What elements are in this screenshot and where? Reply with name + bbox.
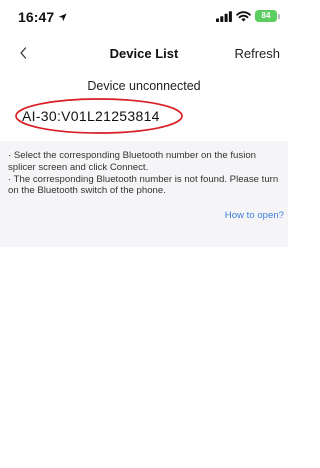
instructions-panel: · Select the corresponding Bluetooth num… bbox=[0, 141, 288, 247]
status-time: 16:47 bbox=[18, 9, 67, 25]
status-icons: 84 bbox=[216, 10, 280, 22]
instruction-line: · The corresponding Bluetooth number is … bbox=[8, 173, 279, 197]
status-bar: 16:47 84 bbox=[0, 0, 288, 34]
location-arrow-icon bbox=[59, 12, 67, 21]
back-button[interactable] bbox=[16, 44, 32, 62]
battery-level: 84 bbox=[255, 10, 277, 22]
refresh-button[interactable]: Refresh bbox=[234, 46, 280, 61]
device-name: AI-30:V01L21253814 bbox=[22, 108, 160, 124]
wifi-icon bbox=[236, 10, 251, 22]
chevron-left-icon bbox=[20, 47, 27, 59]
navigation-bar: Device List Refresh bbox=[0, 40, 288, 68]
clock-time: 16:47 bbox=[18, 9, 55, 25]
cellular-signal-icon bbox=[216, 10, 232, 22]
instructions-text: · Select the corresponding Bluetooth num… bbox=[8, 150, 284, 197]
device-list-item[interactable]: AI-30:V01L21253814 bbox=[14, 97, 184, 135]
instruction-line: · Select the corresponding Bluetooth num… bbox=[8, 150, 256, 173]
how-to-open-link[interactable]: How to open? bbox=[225, 210, 284, 221]
battery-tip bbox=[278, 13, 280, 19]
battery-indicator: 84 bbox=[255, 10, 280, 22]
connection-status: Device unconnected bbox=[87, 79, 201, 93]
